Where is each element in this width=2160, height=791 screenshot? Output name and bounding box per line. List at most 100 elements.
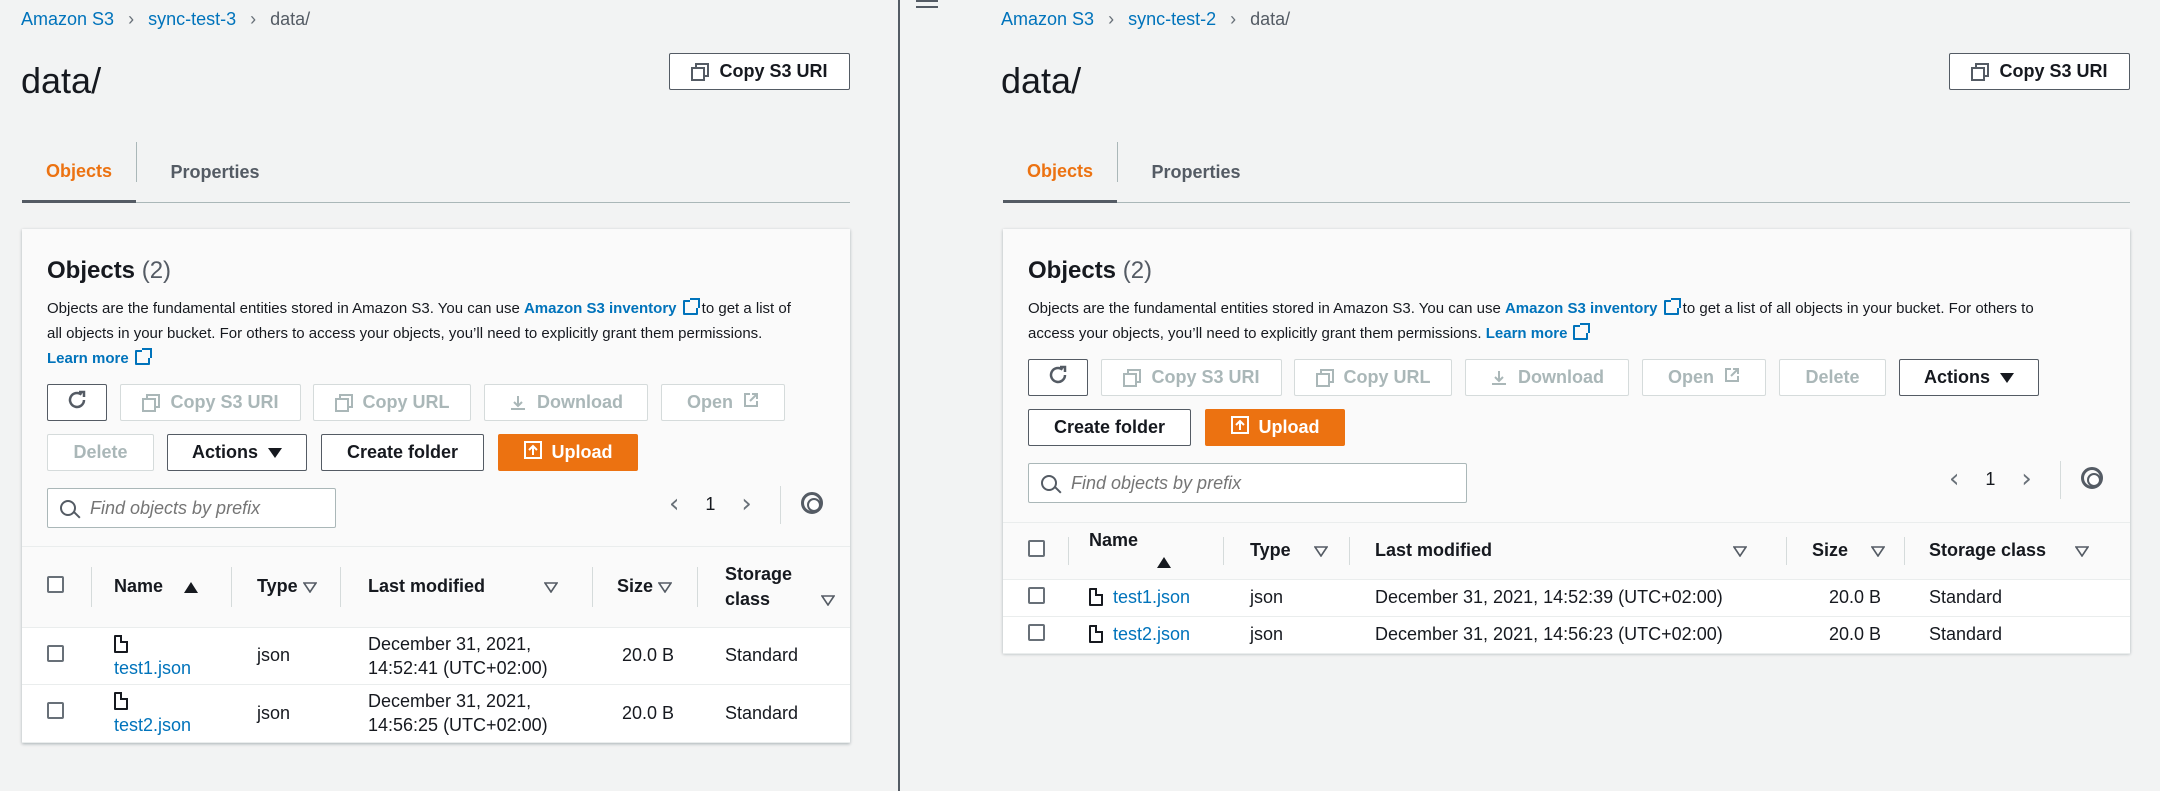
- table-row[interactable]: test2.json json December 31, 2021, 14:56:…: [22, 684, 850, 743]
- search-input[interactable]: [88, 496, 335, 520]
- column-header-storage-class[interactable]: Storage class: [1905, 523, 2130, 580]
- breadcrumb-bucket[interactable]: sync-test-3: [148, 9, 236, 30]
- desc-text-2: to get a list of all objects in your buc…: [1678, 300, 2034, 317]
- menu-icon[interactable]: [916, 0, 938, 14]
- copy-icon: [1123, 368, 1142, 387]
- copy-s3-uri-label: Copy S3 URI: [719, 61, 828, 81]
- actions-dropdown[interactable]: Actions: [1899, 359, 2039, 396]
- sort-icon: [1871, 546, 1886, 557]
- file-link[interactable]: test2.json: [114, 715, 191, 735]
- copy-url-button[interactable]: Copy URL: [1294, 359, 1452, 396]
- gear-icon[interactable]: [801, 492, 823, 514]
- tab-properties[interactable]: Properties: [140, 142, 290, 203]
- download-icon: [509, 394, 527, 412]
- page-number[interactable]: 1: [705, 494, 715, 515]
- column-header-type[interactable]: Type: [232, 547, 341, 628]
- breadcrumb-amazon-s3[interactable]: Amazon S3: [1001, 9, 1094, 30]
- storage-cell: Standard: [698, 684, 850, 743]
- tab-properties[interactable]: Properties: [1121, 142, 1271, 203]
- row-checkbox[interactable]: [1028, 586, 1045, 604]
- open-button[interactable]: Open: [1642, 359, 1766, 396]
- chevron-left-icon[interactable]: ‹: [1949, 464, 1959, 494]
- row-select-cell: [22, 684, 92, 743]
- copy-s3-uri-toolbar-button[interactable]: Copy S3 URI: [1101, 359, 1282, 396]
- size-cell: 20.0 B: [1787, 616, 1905, 654]
- tab-objects[interactable]: Objects: [22, 142, 136, 203]
- objects-description: Objects are the fundamental entities sto…: [47, 296, 837, 371]
- column-storage-label: Storage class: [1929, 540, 2047, 561]
- file-link[interactable]: test1.json: [1113, 587, 1190, 607]
- copy-s3-uri-button[interactable]: Copy S3 URI: [669, 53, 850, 90]
- copy-s3-uri-label: Copy S3 URI: [1999, 61, 2108, 81]
- page-number[interactable]: 1: [1985, 469, 1995, 490]
- column-header-type[interactable]: Type: [1224, 523, 1350, 580]
- type-cell: json: [232, 684, 341, 743]
- open-button[interactable]: Open: [661, 384, 785, 421]
- column-header-last-modified[interactable]: Last modified: [341, 547, 593, 628]
- chevron-right-icon[interactable]: ›: [741, 489, 751, 519]
- refresh-button[interactable]: [1028, 359, 1088, 396]
- breadcrumb-current: data/: [270, 9, 311, 29]
- copy-url-button[interactable]: Copy URL: [313, 384, 471, 421]
- delete-button[interactable]: Delete: [47, 434, 154, 471]
- objects-title: Objects (2): [47, 257, 171, 285]
- row-checkbox[interactable]: [47, 644, 64, 662]
- modified-date: December 31, 2021,: [368, 633, 532, 654]
- create-folder-button[interactable]: Create folder: [321, 434, 484, 471]
- left-pane: Amazon S3 › sync-test-3 › data/ data/ Co…: [0, 0, 898, 791]
- tab-objects[interactable]: Objects: [1003, 142, 1117, 203]
- download-button[interactable]: Download: [484, 384, 648, 421]
- column-header-size[interactable]: Size: [593, 547, 698, 628]
- column-header-name[interactable]: Name: [92, 547, 232, 628]
- select-all-checkbox[interactable]: [47, 575, 64, 593]
- select-all-header: [1003, 523, 1069, 580]
- sort-icon: [544, 582, 559, 593]
- upload-button[interactable]: Upload: [498, 434, 638, 471]
- objects-count: (2): [141, 257, 172, 284]
- create-folder-button[interactable]: Create folder: [1028, 409, 1191, 446]
- page-title: data/: [1001, 60, 1082, 101]
- file-link[interactable]: test1.json: [114, 658, 191, 678]
- gear-icon[interactable]: [2081, 467, 2103, 489]
- column-header-size[interactable]: Size: [1787, 523, 1905, 580]
- tabs: Objects Properties: [1003, 142, 2130, 203]
- objects-table: Name Type Last modified Size Storage cla…: [1003, 523, 2130, 654]
- chevron-right-icon[interactable]: ›: [2021, 464, 2031, 494]
- open-label: Open: [686, 392, 733, 412]
- breadcrumb-bucket[interactable]: sync-test-2: [1128, 9, 1216, 30]
- inventory-link[interactable]: Amazon S3 inventory: [524, 300, 677, 317]
- actions-dropdown[interactable]: Actions: [167, 434, 307, 471]
- table-row[interactable]: test2.json json December 31, 2021, 14:56…: [1003, 616, 2130, 654]
- modified-cell: December 31, 2021, 14:52:41 (UTC+02:00): [341, 627, 593, 685]
- copy-s3-uri-button[interactable]: Copy S3 URI: [1949, 53, 2130, 90]
- delete-button[interactable]: Delete: [1779, 359, 1886, 396]
- search-input[interactable]: [1069, 471, 1466, 495]
- caret-down-icon: [268, 447, 282, 458]
- upload-button[interactable]: Upload: [1205, 409, 1345, 446]
- copy-s3-uri-toolbar-button[interactable]: Copy S3 URI: [120, 384, 301, 421]
- table-row[interactable]: test1.json json December 31, 2021, 14:52:…: [22, 627, 850, 685]
- refresh-button[interactable]: [47, 384, 107, 421]
- select-all-checkbox[interactable]: [1028, 539, 1045, 557]
- sort-icon: [2075, 546, 2090, 557]
- breadcrumb: Amazon S3 › sync-test-3 › data/: [21, 9, 310, 30]
- copy-icon: [142, 393, 161, 412]
- inventory-link[interactable]: Amazon S3 inventory: [1505, 300, 1658, 317]
- column-header-name[interactable]: Name: [1069, 523, 1224, 580]
- breadcrumb-amazon-s3[interactable]: Amazon S3: [21, 9, 114, 30]
- row-checkbox[interactable]: [47, 702, 64, 719]
- column-type-label: Type: [257, 576, 298, 597]
- external-link-icon: [134, 348, 152, 365]
- learn-more-link[interactable]: Learn more: [47, 350, 129, 367]
- file-link[interactable]: test2.json: [1113, 624, 1190, 644]
- learn-more-link[interactable]: Learn more: [1486, 325, 1568, 342]
- column-header-last-modified[interactable]: Last modified: [1350, 523, 1787, 580]
- column-last-modified-label: Last modified: [1375, 540, 1493, 561]
- size-value: 20.0 B: [622, 645, 675, 665]
- chevron-left-icon[interactable]: ‹: [669, 489, 679, 519]
- row-checkbox[interactable]: [1028, 623, 1045, 641]
- refresh-icon: [1047, 364, 1069, 391]
- table-row[interactable]: test1.json json December 31, 2021, 14:52…: [1003, 579, 2130, 617]
- column-header-storage-class[interactable]: Storage class: [698, 547, 850, 628]
- download-button[interactable]: Download: [1465, 359, 1629, 396]
